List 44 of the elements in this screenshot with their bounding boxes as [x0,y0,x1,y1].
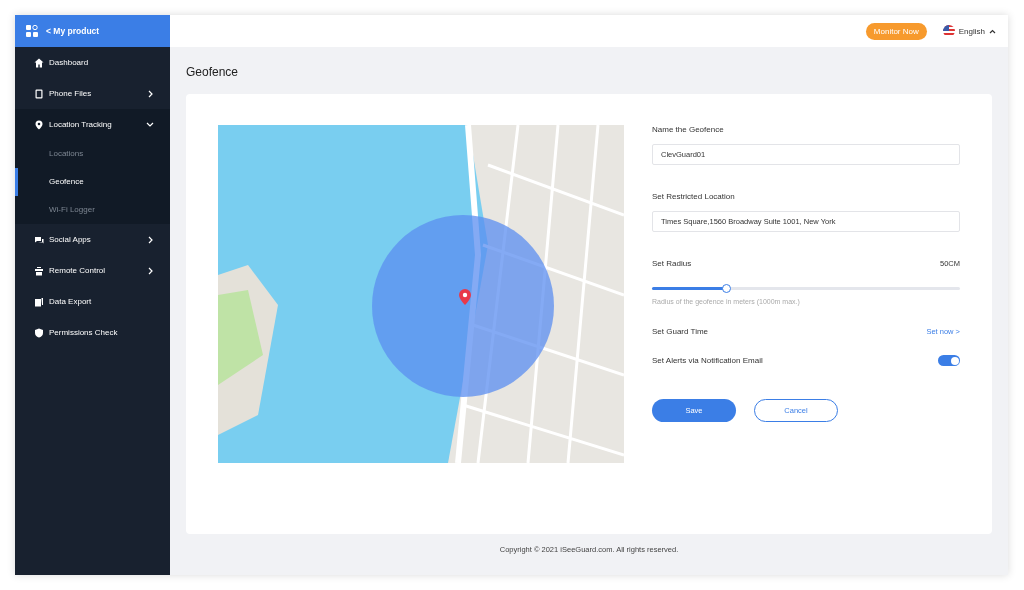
chevron-right-icon [148,266,154,275]
nav-item[interactable]: Social Apps [15,224,170,255]
nav-label: Dashboard [49,58,90,67]
chevron-down-icon [146,121,154,128]
field-label: Set Restricted Location [652,192,736,201]
chevron-right-icon [148,89,154,98]
nav-label: Remote Control [49,266,107,275]
nav-item[interactable]: Phone Files [15,78,170,109]
nav-item[interactable]: Permissions Check [15,317,170,348]
product-header[interactable]: < My product [15,15,170,47]
apps-icon [26,25,38,37]
nav-subitem[interactable]: Locations [15,140,170,168]
nav-item[interactable]: Data Export [15,286,170,317]
nav-icon [34,57,44,68]
alerts-toggle[interactable] [938,355,960,366]
nav-label: Data Export [49,297,93,306]
chevron-right-icon [148,235,154,244]
page-title: Geofence [186,65,240,79]
field-label: Set Guard Time [652,327,709,336]
nav-icon [34,296,44,307]
flag-icon [942,25,955,37]
nav-subitem[interactable]: Geofence [15,168,170,196]
field-label: Name the Geofence [652,125,725,134]
nav-item[interactable]: Dashboard [15,47,170,78]
nav-label: Permissions Check [49,328,119,337]
field-label: Set Radius [652,259,692,268]
nav-label: Location Tracking [49,120,113,129]
product-link[interactable]: < My product [46,26,100,36]
nav-label: Phone Files [49,89,93,98]
nav-icon [34,119,44,130]
nav-icon [34,234,44,245]
nav-label: Social Apps [49,235,92,244]
radius-slider[interactable] [652,287,960,290]
nav-subitem[interactable]: Wi-Fi Logger [15,196,170,224]
field-label: Set Alerts via Notification Email [652,356,763,365]
nav-item[interactable]: Remote Control [15,255,170,286]
nav-icon [34,327,44,338]
nav-icon [34,265,44,276]
language-selector[interactable]: English [942,25,996,37]
map-drawing[interactable] [218,125,624,463]
nav-icon [34,88,44,99]
caret-icon [989,28,996,34]
nav-item[interactable]: Location Tracking [15,109,170,140]
slider-thumb[interactable] [721,284,731,293]
